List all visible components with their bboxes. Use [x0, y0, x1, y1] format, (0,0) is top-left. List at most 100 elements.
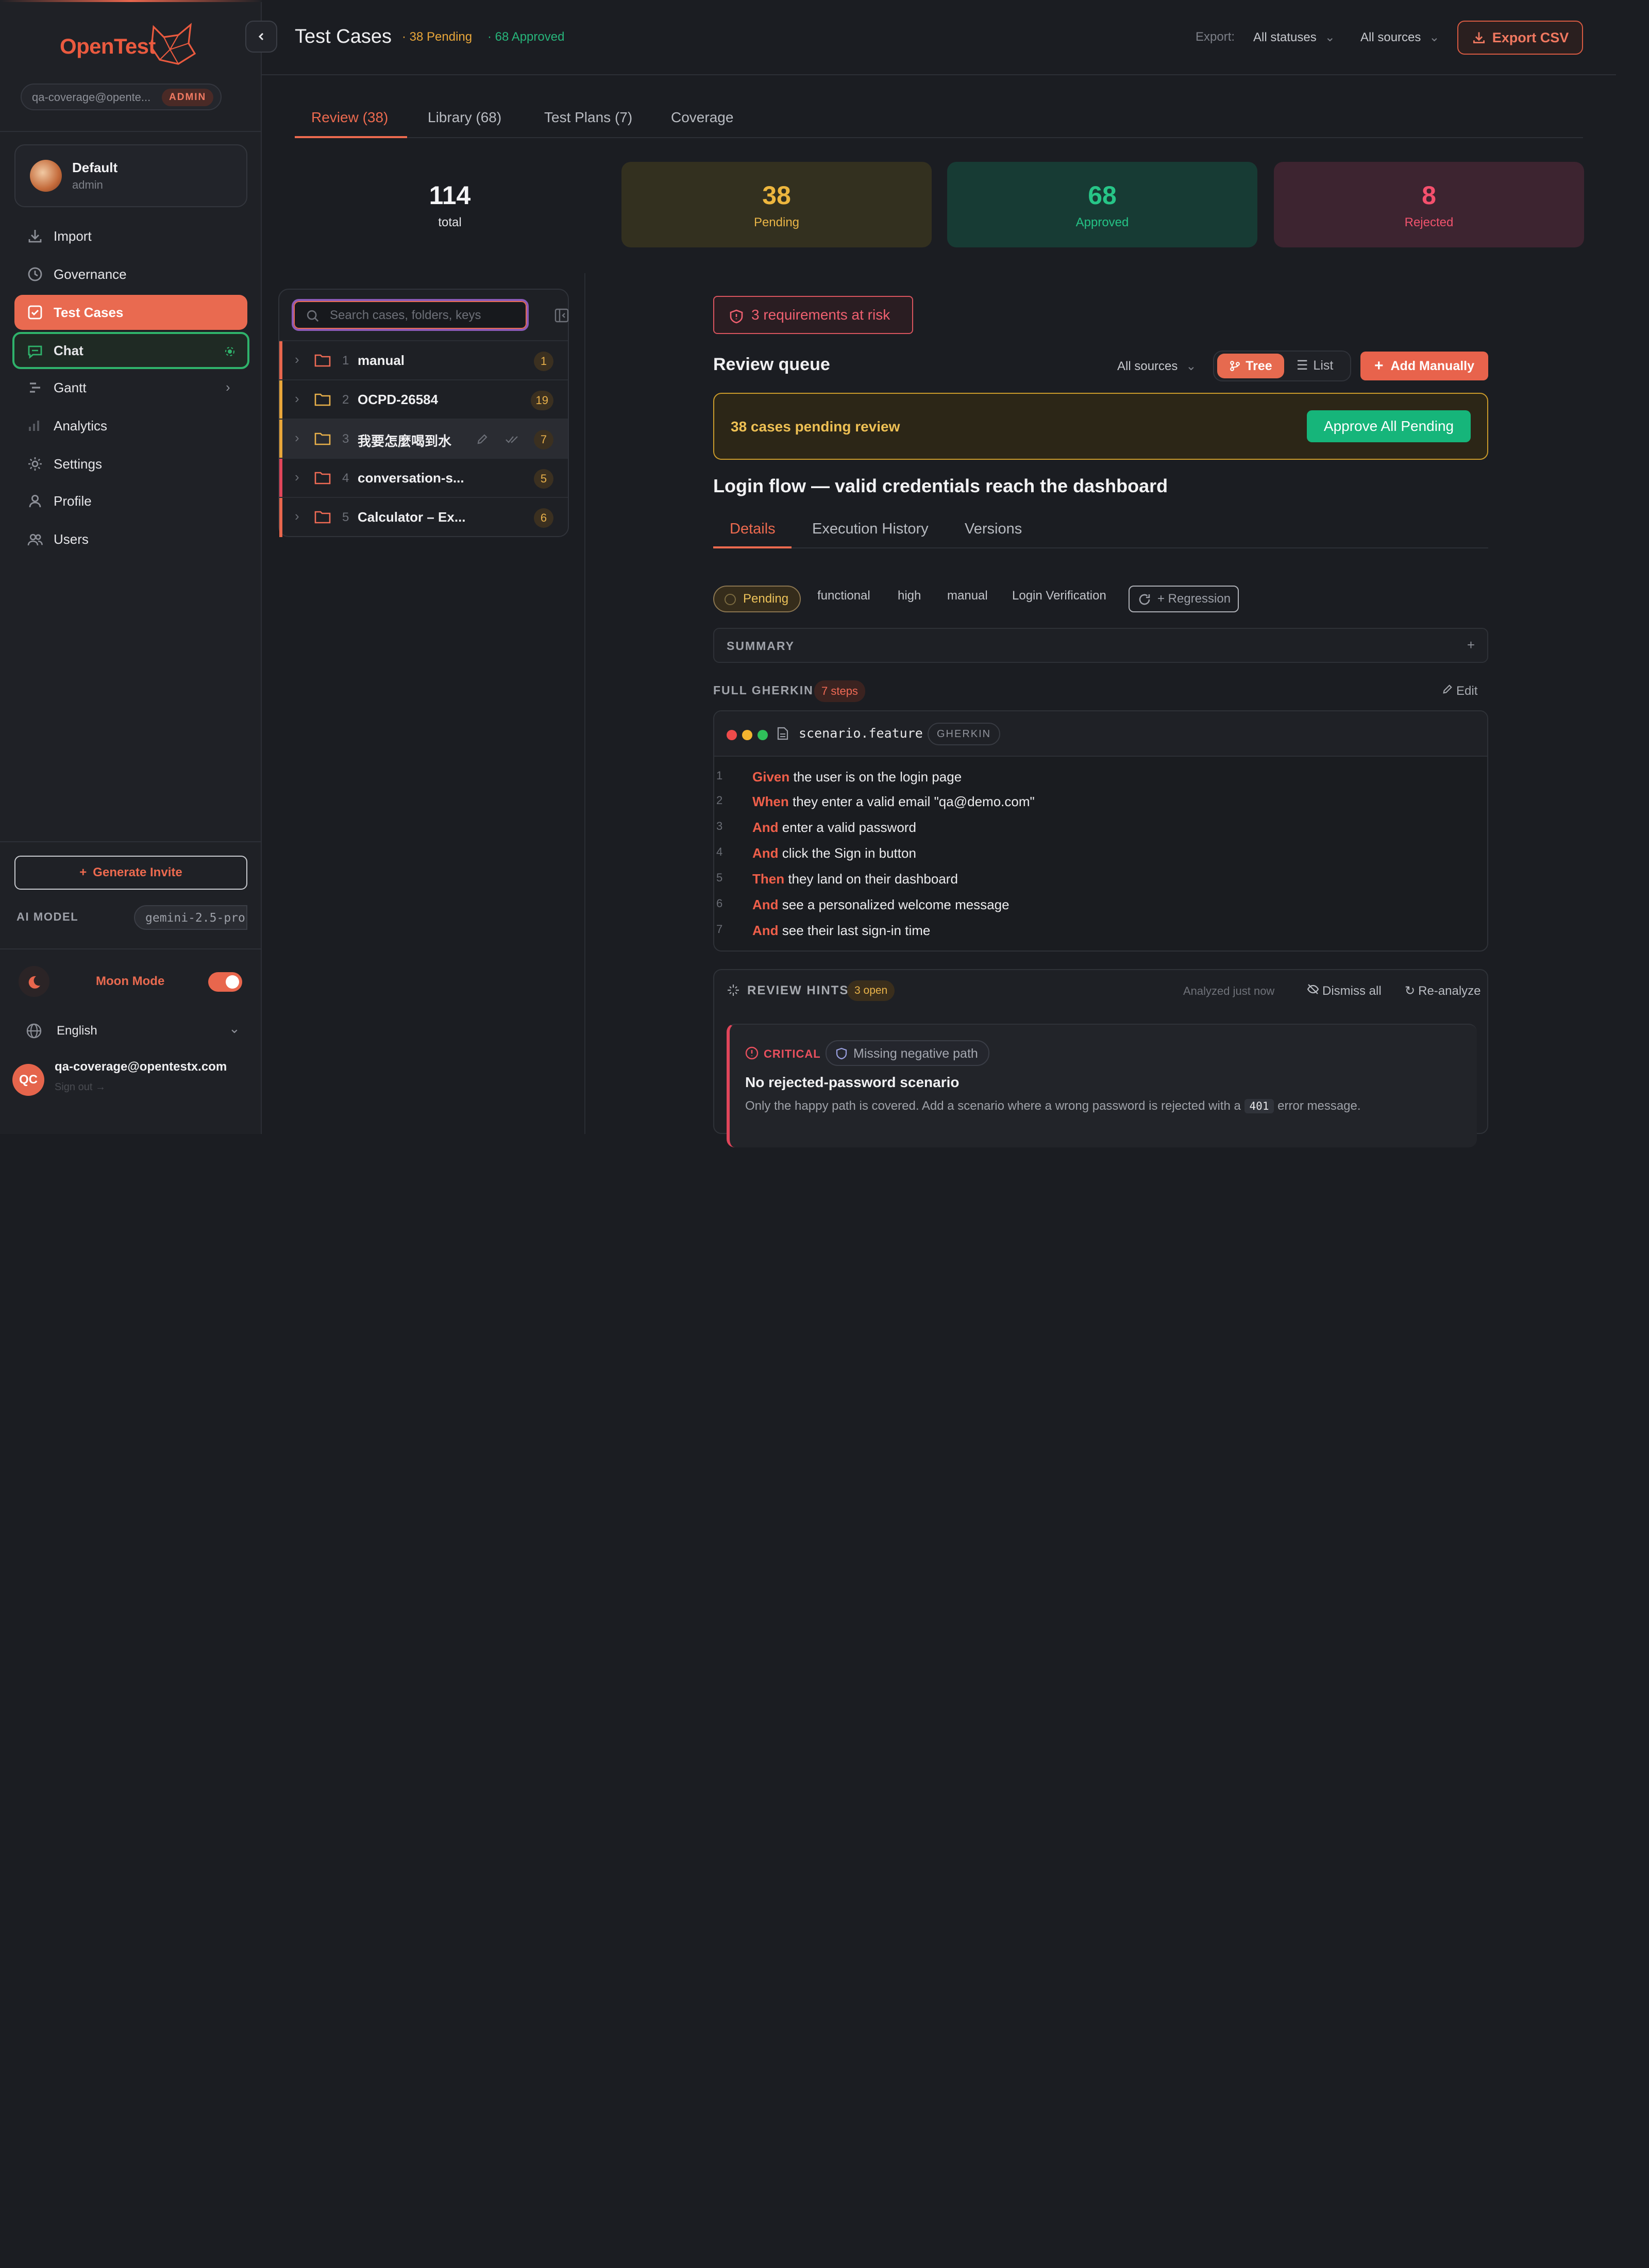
sign-out-link[interactable]: Sign out → [55, 1081, 106, 1093]
folder-row[interactable]: › 3 我要怎麼喝到水 7 [279, 419, 568, 459]
workspace-card[interactable]: Default admin [14, 144, 247, 207]
queue-source-dropdown[interactable]: All sources ⌄ [1117, 359, 1196, 374]
reanalyze-button[interactable]: ↻ Re-analyze [1405, 983, 1481, 998]
line-number: 1 [716, 769, 723, 782]
tag-priority[interactable]: high [898, 589, 921, 603]
tab-review[interactable]: Review (38) [311, 109, 388, 126]
gherkin-text: see a personalized welcome message [778, 897, 1009, 912]
nav-governance[interactable]: Governance [14, 257, 247, 292]
nav-profile[interactable]: Profile [14, 483, 247, 519]
nav-gantt[interactable]: Gantt › [14, 370, 247, 405]
collapse-panel-icon[interactable] [554, 308, 569, 323]
sidebar: OpenTest qa-coverage@opente... ADMIN Def… [0, 0, 262, 1134]
gherkin-text: see their last sign-in time [778, 923, 931, 938]
nav-settings[interactable]: Settings [14, 446, 247, 481]
export-csv-button[interactable]: Export CSV [1457, 21, 1583, 55]
open-hints-badge: 3 open [847, 980, 895, 1001]
stat-pending[interactable]: 38 Pending [621, 162, 932, 247]
language-badge: GHERKIN [928, 723, 1001, 745]
source-filter-dropdown[interactable]: All sources ⌄ [1360, 30, 1439, 45]
summary-section[interactable]: SUMMARY + [713, 628, 1488, 663]
plus-icon: + [79, 865, 87, 879]
chevron-right-icon[interactable]: › [295, 430, 299, 446]
folder-row[interactable]: › 4 conversation-s... 5 [279, 458, 568, 498]
chevron-right-icon[interactable]: › [295, 469, 299, 485]
gherkin-keyword: And [752, 923, 779, 938]
window-dot-green [758, 730, 768, 740]
requirements-at-risk-button[interactable]: 3 requirements at risk [713, 296, 913, 334]
tab-test-plans[interactable]: Test Plans (7) [544, 109, 632, 126]
queue-source-value: All sources [1117, 359, 1178, 373]
tab-library[interactable]: Library (68) [428, 109, 501, 126]
folder-row[interactable]: › 2 OCPD-26584 19 [279, 379, 568, 420]
line-number: 2 [716, 794, 723, 807]
line-number: 6 [716, 897, 723, 910]
gherkin-line: And enter a valid password [752, 820, 916, 836]
tab-versions[interactable]: Versions [965, 521, 1022, 538]
active-tab-indicator [295, 136, 407, 138]
search-input[interactable]: Search cases, folders, keys [292, 299, 529, 331]
folder-name: Calculator – Ex... [358, 509, 466, 525]
tag-type[interactable]: functional [817, 589, 870, 603]
folder-row[interactable]: › 1 manual 1 [279, 340, 568, 380]
stat-value: 114 [429, 181, 471, 210]
folder-icon [314, 354, 331, 367]
gherkin-line: And see their last sign-in time [752, 923, 930, 939]
tab-execution-history[interactable]: Execution History [812, 521, 929, 538]
stat-value: 38 [762, 181, 791, 210]
nav-test-cases[interactable]: Test Cases [14, 295, 247, 330]
language-select[interactable]: English ⌄ [14, 1015, 247, 1046]
pencil-icon [1443, 685, 1452, 694]
nav-chat[interactable]: Chat [12, 332, 249, 369]
shield-alert-icon [730, 309, 743, 324]
tab-details[interactable]: Details [730, 521, 776, 538]
nav-import[interactable]: Import [14, 219, 247, 254]
chevron-right-icon[interactable]: › [295, 352, 299, 368]
nav-analytics[interactable]: Analytics [14, 408, 247, 443]
window-dot-yellow [742, 730, 752, 740]
list-icon: ☰ [1297, 358, 1308, 373]
gherkin-keyword: And [752, 845, 779, 861]
user-email: qa-coverage@opentestx.com [55, 1060, 227, 1074]
approve-all-pending-button[interactable]: Approve All Pending [1307, 410, 1471, 442]
export-label: Export: [1196, 30, 1235, 44]
hint-heading: No rejected-password scenario [745, 1074, 960, 1090]
ai-model-select[interactable]: gemini-2.5-pro [134, 905, 247, 930]
severity-label: CRITICAL [764, 1047, 821, 1060]
chevron-down-icon: ⌄ [1186, 359, 1197, 373]
hint-category-badge: Missing negative path [826, 1040, 989, 1066]
stat-rejected[interactable]: 8 Rejected [1274, 162, 1584, 247]
user-avatar[interactable]: QC [12, 1064, 44, 1096]
risk-label: 3 requirements at risk [751, 307, 890, 323]
status-filter-dropdown[interactable]: All statuses ⌄ [1253, 30, 1335, 45]
chevron-right-icon[interactable]: › [295, 508, 299, 524]
admin-badge: ADMIN [162, 89, 214, 106]
pencil-icon[interactable] [476, 433, 489, 445]
chevron-down-icon: ⌄ [1324, 30, 1335, 44]
moon-mode-toggle[interactable] [208, 972, 242, 992]
tab-coverage[interactable]: Coverage [671, 109, 733, 126]
folder-index: 5 [342, 510, 349, 524]
status-badge[interactable]: Pending [713, 586, 801, 612]
gherkin-line: Given the user is on the login page [752, 769, 962, 785]
tree-view-label: Tree [1246, 358, 1272, 373]
dismiss-all-button[interactable]: Dismiss all [1307, 983, 1382, 998]
expand-summary-icon[interactable]: + [1467, 637, 1475, 653]
add-manually-label: Add Manually [1390, 358, 1475, 373]
stat-approved[interactable]: 68 Approved [947, 162, 1257, 247]
generate-invite-button[interactable]: + Generate Invite [14, 856, 247, 890]
tag-execution[interactable]: manual [947, 589, 988, 603]
tree-view-button[interactable]: Tree [1217, 354, 1284, 378]
analyzed-timestamp: Analyzed just now [1183, 985, 1275, 997]
list-view-button[interactable]: ☰ List [1297, 358, 1333, 373]
folder-row[interactable]: › 5 Calculator – Ex... 6 [279, 497, 568, 537]
edit-gherkin-button[interactable]: Edit [1442, 683, 1477, 698]
add-regression-button[interactable]: + Regression [1129, 586, 1239, 612]
chevron-right-icon[interactable]: › [295, 391, 299, 407]
tag-feature[interactable]: Login Verification [1012, 589, 1106, 603]
double-check-icon[interactable] [505, 433, 518, 445]
add-manually-button[interactable]: + Add Manually [1360, 352, 1488, 380]
nav-users[interactable]: Users [14, 522, 247, 557]
line-number: 7 [716, 923, 723, 936]
collapse-sidebar-button[interactable] [245, 21, 277, 53]
